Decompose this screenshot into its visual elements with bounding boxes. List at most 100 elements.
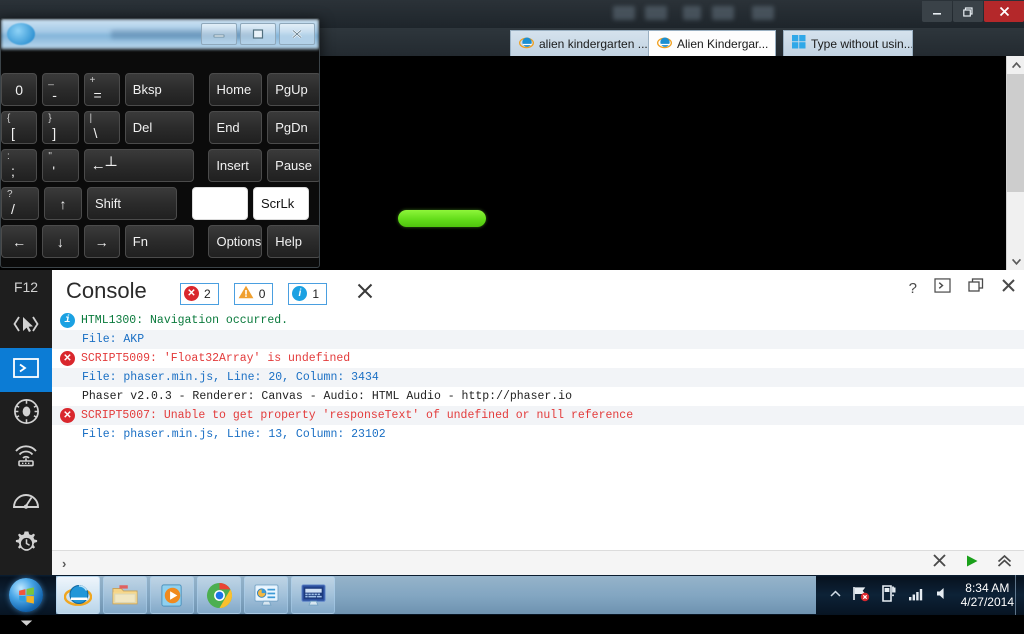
console-message-row[interactable]: ✕ SCRIPT5007: Unable to get property 'res… — [52, 406, 1024, 425]
osk-key-label: ← — [12, 233, 27, 250]
osk-key[interactable]: PgDn — [267, 111, 319, 144]
show-hidden-icons-icon[interactable] — [830, 589, 841, 601]
console-message-row[interactable]: Phaser v2.0.3 - Renderer: Canvas - Audio… — [52, 387, 1024, 406]
scrollbar-thumb[interactable] — [1007, 74, 1024, 192]
system-tray: 8:34 AM 4/27/2014 — [830, 575, 1024, 615]
browser-tab-2[interactable]: Alien Kindergar... ✕ — [648, 30, 776, 56]
console-message-list[interactable]: i HTML1300: Navigation occurred. File: AKP… — [52, 311, 1024, 546]
osk-key[interactable]: Shift — [87, 187, 177, 220]
console-message-row[interactable]: File: phaser.min.js, Line: 13, Column: 2… — [52, 425, 1024, 444]
osk-key[interactable]: → — [83, 225, 120, 258]
osk-key[interactable]: ← — [1, 225, 38, 258]
help-icon[interactable]: ? — [909, 280, 917, 297]
f12-label: F12 — [13, 279, 39, 295]
osk-key[interactable]: ? / — [1, 187, 39, 220]
close-button[interactable] — [984, 1, 1024, 22]
network-problem-icon[interactable] — [852, 585, 870, 605]
signal-icon[interactable] — [908, 587, 924, 604]
warning-count-badge[interactable]: 0 — [233, 282, 274, 305]
osk-key[interactable]: Help — [267, 225, 319, 258]
tab-close-icon[interactable]: ✕ — [775, 36, 776, 52]
osk-restore-button[interactable] — [240, 23, 276, 45]
taskbar-item-file-explorer[interactable] — [103, 576, 147, 614]
osk-key[interactable]: Del — [124, 111, 194, 144]
taskbar-item-internet-explorer[interactable] — [56, 576, 100, 614]
taskbar-item-ease-of-access-center[interactable] — [244, 576, 288, 614]
osk-key[interactable]: :; — [1, 149, 38, 182]
minimize-button[interactable] — [922, 1, 952, 22]
console-message-text: SCRIPT5009: 'Float32Array' is undefined — [81, 352, 351, 365]
show-desktop-button[interactable] — [1015, 575, 1024, 615]
scroll-down-arrow-icon[interactable] — [1007, 252, 1024, 270]
osk-key[interactable]: Home — [208, 73, 263, 106]
console-message-text: SCRIPT5007: Unable to get property 'resp… — [81, 409, 634, 422]
rail-item-more[interactable] — [0, 612, 52, 634]
info-count-badge[interactable]: i 1 — [288, 282, 328, 305]
rail-item-console[interactable] — [0, 348, 52, 392]
console-message-row[interactable]: i HTML1300: Navigation occurred. — [52, 311, 1024, 330]
osk-key[interactable]: Options — [208, 225, 263, 258]
osk-key[interactable] — [192, 187, 248, 220]
run-icon[interactable] — [965, 554, 979, 573]
ghost-window-button — [752, 6, 774, 20]
osk-key[interactable]: ↓ — [42, 225, 79, 258]
taskbar-clock[interactable]: 8:34 AM 4/27/2014 — [961, 581, 1014, 609]
rail-item-debugger[interactable] — [0, 392, 52, 436]
osk-key[interactable]: " ' — [42, 149, 79, 182]
taskbar-item-google-chrome[interactable] — [197, 576, 241, 614]
console-message-row[interactable]: File: phaser.min.js, Line: 20, Column: 3… — [52, 368, 1024, 387]
on-screen-keyboard-window[interactable]: 0 _ - + = Bksp Home PgUp {[}] | \ Del End PgDn:; " ' ←┴ I… — [0, 18, 320, 268]
scroll-up-arrow-icon[interactable] — [1007, 56, 1024, 74]
console-toggle-icon[interactable] — [934, 278, 951, 298]
osk-key[interactable]: PgUp — [267, 73, 319, 106]
undock-icon[interactable] — [968, 278, 984, 298]
console-input-bar[interactable]: › — [52, 550, 1024, 575]
error-count-badge[interactable]: ✕ 2 — [180, 282, 219, 305]
rail-item-ui-responsiveness[interactable] — [0, 524, 52, 568]
osk-key[interactable]: Pause — [267, 149, 319, 182]
osk-key-grid[interactable]: 0 _ - + = Bksp Home PgUp {[}] | \ Del End PgDn:; " ' ←┴ I… — [1, 73, 319, 263]
osk-minimize-button[interactable] — [201, 23, 237, 45]
osk-key[interactable]: ↑ — [44, 187, 82, 220]
osk-key[interactable]: Insert — [208, 149, 263, 182]
start-button[interactable] — [4, 576, 48, 614]
console-message-row[interactable]: ✕ SCRIPT5009: 'Float32Array' is undefined — [52, 349, 1024, 368]
clear-icon[interactable] — [932, 553, 947, 573]
osk-key[interactable]: 0 — [1, 73, 38, 106]
expand-icon[interactable] — [997, 554, 1012, 573]
osk-key-row: {[}] | \ Del End PgDn — [1, 111, 319, 144]
taskbar-item-media-player[interactable] — [150, 576, 194, 614]
browser-tab-1[interactable]: alien kindergarten ... — [510, 30, 660, 56]
page-scrollbar[interactable] — [1006, 56, 1024, 270]
osk-key-shift-label: } — [48, 113, 52, 124]
osk-key[interactable]: {[ — [1, 111, 38, 144]
osk-key[interactable]: ScrLk — [253, 187, 309, 220]
console-input-actions — [932, 553, 1024, 573]
console-message-row[interactable]: File: AKP — [52, 330, 1024, 349]
rail-item-dom-explorer[interactable] — [0, 304, 52, 348]
restore-button[interactable] — [953, 1, 983, 22]
osk-key[interactable]: _ - — [42, 73, 79, 106]
osk-key[interactable]: + = — [83, 73, 120, 106]
osk-key[interactable]: }] — [42, 111, 79, 144]
ghost-window-button — [683, 6, 701, 20]
osk-key[interactable]: Bksp — [124, 73, 194, 106]
osk-key-label: / — [11, 201, 15, 217]
rail-item-network[interactable] — [0, 436, 52, 480]
volume-icon[interactable] — [935, 586, 950, 604]
clear-console-button[interactable] — [356, 282, 374, 305]
console-message-text: File: AKP — [82, 333, 145, 346]
osk-key-row: ← ↓ → Fn Options Help — [1, 225, 319, 258]
rail-item-performance[interactable] — [0, 480, 52, 524]
browser-tab-3[interactable]: Type without usin... — [783, 30, 913, 56]
cursor-brackets-icon — [12, 312, 40, 341]
osk-close-button[interactable] — [279, 23, 315, 45]
osk-key[interactable]: ←┴ — [83, 149, 194, 182]
taskbar-item-on-screen-keyboard[interactable] — [291, 576, 335, 614]
osk-key[interactable]: End — [208, 111, 263, 144]
close-icon[interactable] — [1001, 278, 1016, 298]
osk-back-button-icon[interactable] — [7, 23, 35, 45]
osk-key[interactable]: Fn — [124, 225, 194, 258]
osk-key[interactable]: | \ — [83, 111, 120, 144]
action-center-icon[interactable] — [881, 585, 897, 605]
